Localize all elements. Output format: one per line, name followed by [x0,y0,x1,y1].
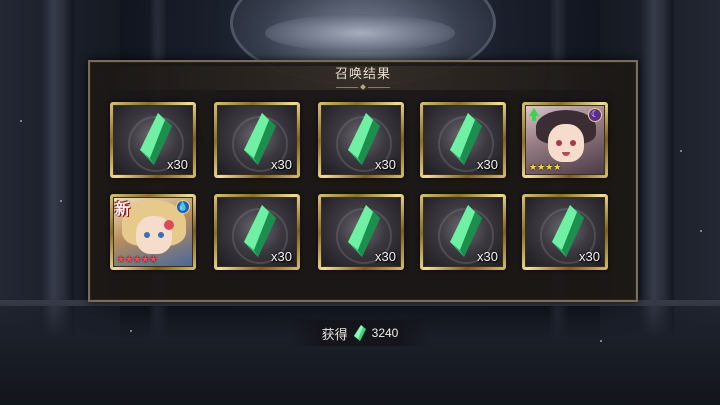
result-slot-crystal[interactable]: x30 [420,102,506,178]
obtained-amount: 3240 [371,326,399,340]
title-ornament [336,84,390,90]
floor [0,295,720,405]
rarity-stars: ★★★★ [529,163,562,173]
flower-ornament [164,220,174,230]
obtained-total-bar: 获得 3240 [290,320,430,346]
item-quantity: x30 [271,249,292,264]
result-slot-crystal[interactable]: x30 [110,102,196,178]
summon-result-dialog: 召唤结果 x30 x30 x30 x30 ☾ ★★★★ 新 💧 ★★★★★ x3… [88,60,638,302]
dialog-title: 召唤结果 [334,67,391,82]
ceiling-skylight [265,14,455,52]
green-crystal-icon [353,325,366,341]
rarity-stars: ★★★★★ [117,255,158,265]
result-slot-crystal[interactable]: x30 [214,102,300,178]
new-badge: 新 [115,200,131,218]
item-quantity: x30 [167,157,188,172]
upgrade-arrow-icon [529,108,539,121]
water-element-icon: 💧 [176,200,190,214]
result-slot-character[interactable]: ☾ ★★★★ [522,102,608,178]
obtained-label: 获得 [321,327,348,343]
result-slot-crystal[interactable]: x30 [420,194,506,270]
item-quantity: x30 [477,157,498,172]
result-slot-crystal[interactable]: x30 [318,194,404,270]
result-slot-character[interactable]: 新 💧 ★★★★★ [110,194,196,270]
item-quantity: x30 [375,157,396,172]
item-quantity: x30 [271,157,292,172]
item-quantity: x30 [375,249,396,264]
item-quantity: x30 [477,249,498,264]
item-quantity: x30 [579,249,600,264]
result-slot-crystal[interactable]: x30 [214,194,300,270]
result-slot-crystal[interactable]: x30 [522,194,608,270]
moon-element-icon: ☾ [588,108,602,122]
result-slot-crystal[interactable]: x30 [318,102,404,178]
